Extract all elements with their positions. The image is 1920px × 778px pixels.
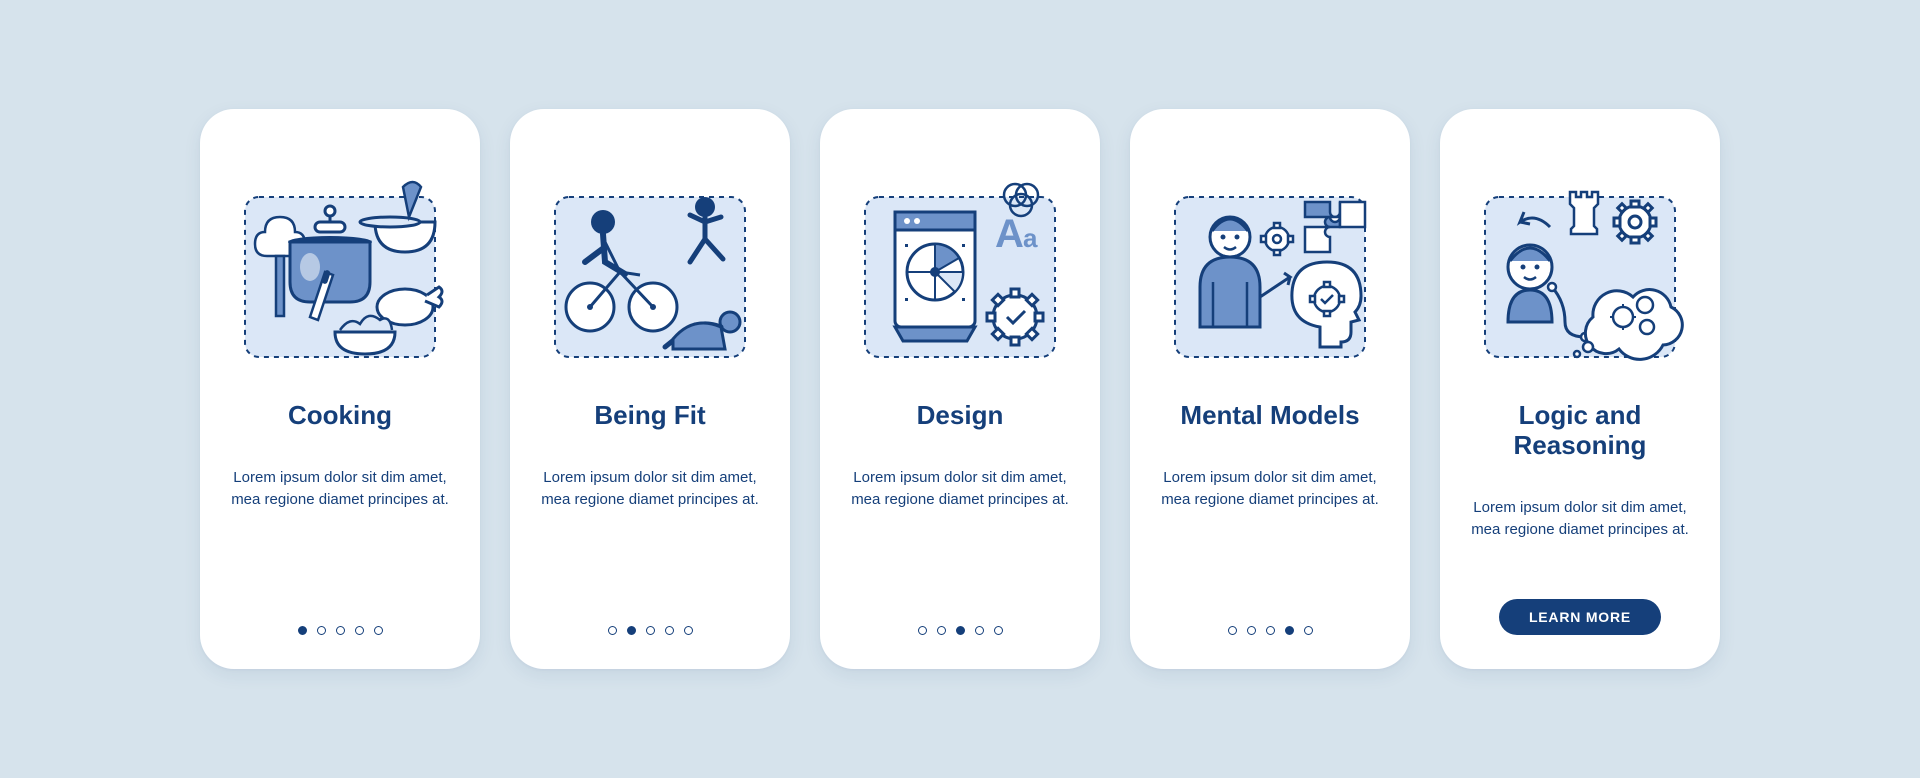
dot-2[interactable]	[1247, 626, 1256, 635]
cooking-illustration	[235, 167, 445, 367]
pagination-dots	[918, 626, 1003, 635]
card-description: Lorem ipsum dolor sit dim amet, mea regi…	[536, 467, 764, 512]
onboarding-card-logic: Logic and Reasoning Lorem ipsum dolor si…	[1440, 109, 1720, 669]
dot-3[interactable]	[336, 626, 345, 635]
mental-models-illustration	[1165, 167, 1375, 367]
logic-illustration	[1475, 167, 1685, 367]
dot-1[interactable]	[1228, 626, 1237, 635]
dot-4[interactable]	[1285, 626, 1294, 635]
dot-4[interactable]	[355, 626, 364, 635]
card-description: Lorem ipsum dolor sit dim amet, mea regi…	[226, 467, 454, 512]
card-title: Cooking	[288, 401, 392, 431]
svg-text:a: a	[1023, 223, 1038, 253]
dot-5[interactable]	[684, 626, 693, 635]
dot-3[interactable]	[1266, 626, 1275, 635]
dot-4[interactable]	[665, 626, 674, 635]
card-title: Design	[917, 401, 1004, 431]
dot-3[interactable]	[646, 626, 655, 635]
onboarding-card-design: A a Design Lorem ipsum dolor sit dim ame…	[820, 109, 1100, 669]
onboarding-card-cooking: Cooking Lorem ipsum dolor sit dim amet, …	[200, 109, 480, 669]
card-title: Mental Models	[1180, 401, 1359, 431]
dot-2[interactable]	[317, 626, 326, 635]
dot-1[interactable]	[298, 626, 307, 635]
learn-more-button[interactable]: LEARN MORE	[1499, 599, 1661, 635]
fitness-illustration	[545, 167, 755, 367]
card-description: Lorem ipsum dolor sit dim amet, mea regi…	[1156, 467, 1384, 512]
onboarding-card-mental-models: Mental Models Lorem ipsum dolor sit dim …	[1130, 109, 1410, 669]
onboarding-card-fitness: Being Fit Lorem ipsum dolor sit dim amet…	[510, 109, 790, 669]
card-title: Being Fit	[594, 401, 705, 431]
dot-1[interactable]	[608, 626, 617, 635]
pagination-dots	[608, 626, 693, 635]
dot-4[interactable]	[975, 626, 984, 635]
pagination-dots	[298, 626, 383, 635]
dot-5[interactable]	[374, 626, 383, 635]
dot-2[interactable]	[627, 626, 636, 635]
svg-text:A: A	[995, 212, 1024, 256]
dot-5[interactable]	[994, 626, 1003, 635]
pagination-dots	[1228, 626, 1313, 635]
card-description: Lorem ipsum dolor sit dim amet, mea regi…	[846, 467, 1074, 512]
dot-5[interactable]	[1304, 626, 1313, 635]
dot-2[interactable]	[937, 626, 946, 635]
card-title: Logic and Reasoning	[1466, 401, 1694, 461]
design-illustration: A a	[855, 167, 1065, 367]
dot-1[interactable]	[918, 626, 927, 635]
dot-3[interactable]	[956, 626, 965, 635]
card-description: Lorem ipsum dolor sit dim amet, mea regi…	[1466, 497, 1694, 542]
